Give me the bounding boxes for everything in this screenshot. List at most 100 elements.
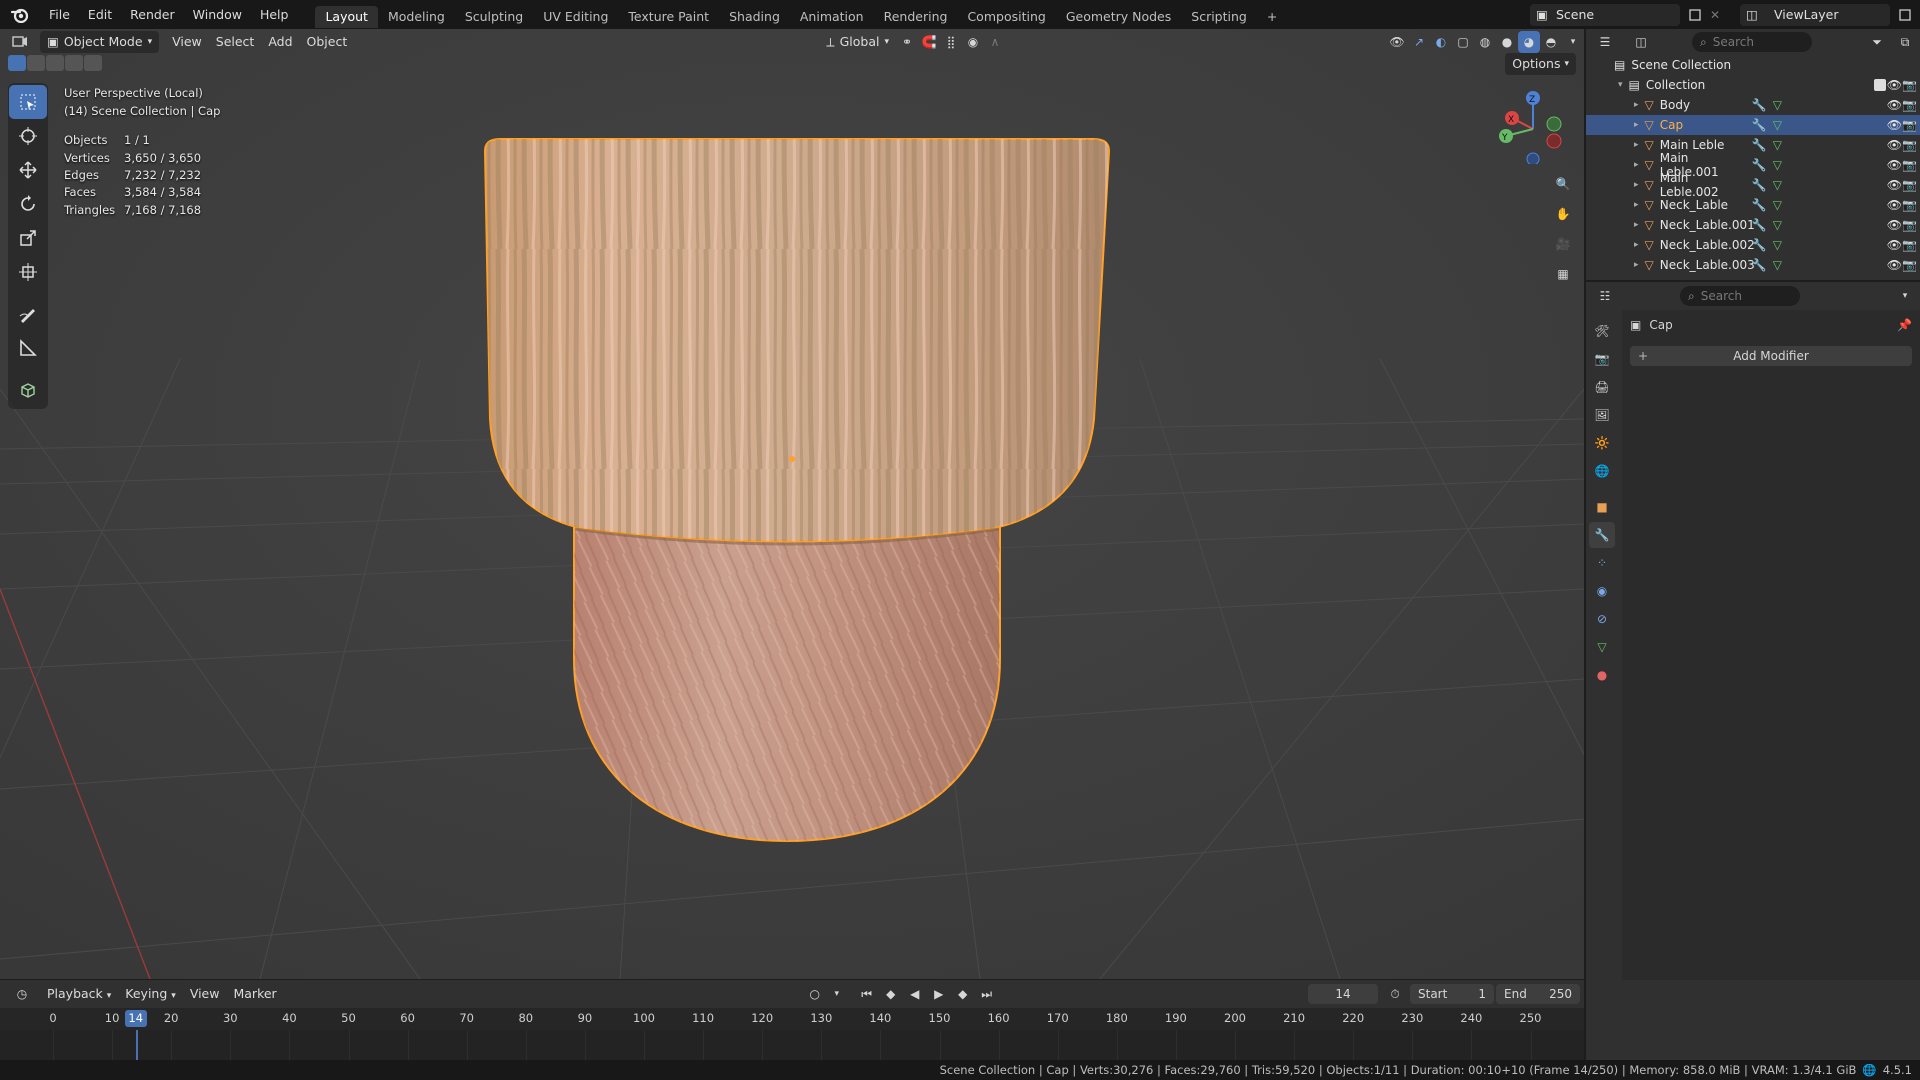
workspace-tab-animation[interactable]: Animation: [790, 6, 874, 28]
navigation-gizmo[interactable]: Z X Y: [1492, 84, 1572, 164]
view-layer-tab-icon[interactable]: 🖼: [1589, 402, 1615, 428]
workspace-tab-modeling[interactable]: Modeling: [378, 6, 455, 28]
rendered-shading-icon[interactable]: ◓: [1540, 31, 1562, 53]
snap-target-icon[interactable]: ⣿: [940, 31, 962, 53]
pan-hand-icon[interactable]: ✋: [1550, 201, 1576, 227]
viewport-menu-view[interactable]: View: [165, 31, 209, 53]
visibility-eye-icon[interactable]: 👁: [1887, 138, 1902, 152]
timeline-editor-icon[interactable]: ◷: [4, 983, 40, 1005]
menu-window[interactable]: Window: [184, 0, 251, 29]
modifier-icon[interactable]: 🔧: [1752, 258, 1767, 272]
pin-icon[interactable]: 📌: [1897, 318, 1912, 332]
expand-arrow-icon[interactable]: ▸: [1634, 140, 1639, 150]
select-box-tool-icon[interactable]: [9, 85, 47, 119]
render-camera-icon[interactable]: 📷: [1902, 158, 1917, 172]
outliner-row-body[interactable]: ▸ ▽ Body 🔧 ▽ 👁 📷: [1586, 95, 1920, 115]
expand-arrow-icon[interactable]: ▸: [1634, 220, 1639, 230]
render-camera-icon[interactable]: 📷: [1902, 118, 1917, 132]
view-layer-selector[interactable]: ◫ ViewLayer: [1740, 3, 1890, 26]
render-camera-icon[interactable]: 📷: [1902, 238, 1917, 252]
auto-keying-icon[interactable]: ○: [804, 983, 826, 1005]
workspace-tab-geometry-nodes[interactable]: Geometry Nodes: [1056, 6, 1181, 28]
visibility-eye-icon[interactable]: 👁: [1887, 118, 1902, 132]
viewport-canvas[interactable]: [0, 29, 1584, 979]
select-extend-icon[interactable]: [27, 55, 45, 71]
transform-tool-icon[interactable]: [9, 255, 47, 289]
data-tab-icon[interactable]: ▽: [1589, 634, 1615, 660]
particles-tab-icon[interactable]: ⁘: [1589, 550, 1615, 576]
outliner-search-input[interactable]: ⌕ Search: [1692, 32, 1812, 52]
render-camera-icon[interactable]: 📷: [1902, 258, 1917, 272]
use-preview-range-icon[interactable]: ⏱: [1384, 983, 1406, 1005]
zoom-icon[interactable]: 🔍: [1550, 171, 1576, 197]
visibility-eye-icon[interactable]: 👁: [1887, 78, 1902, 92]
outliner-row-scene-collection[interactable]: ▤ Scene Collection: [1586, 55, 1920, 75]
modifier-icon[interactable]: 🔧: [1752, 178, 1767, 192]
workspace-tab-rendering[interactable]: Rendering: [874, 6, 958, 28]
proportional-editing-icon[interactable]: ◉: [962, 31, 984, 53]
outliner-row-collection[interactable]: ▾ ▤ Collection 👁 📷: [1586, 75, 1920, 95]
output-tab-icon[interactable]: 🖨: [1589, 374, 1615, 400]
modifier-icon[interactable]: 🔧: [1752, 98, 1767, 112]
new-collection-icon[interactable]: ⧉: [1894, 31, 1916, 53]
expand-arrow-icon[interactable]: ▸: [1634, 180, 1639, 190]
constraints-tab-icon[interactable]: ⊘: [1589, 606, 1615, 632]
render-camera-icon[interactable]: 📷: [1902, 178, 1917, 192]
workspace-tab-scripting[interactable]: Scripting: [1181, 6, 1257, 28]
timeline-track-area[interactable]: [0, 1030, 1584, 1062]
render-camera-icon[interactable]: 📷: [1902, 218, 1917, 232]
solid-shading-icon[interactable]: ●: [1496, 31, 1518, 53]
add-workspace-button[interactable]: +: [1257, 6, 1287, 28]
scene-tab-icon[interactable]: 🔆: [1589, 430, 1615, 456]
mesh-data-icon[interactable]: ▽: [1773, 98, 1782, 112]
add-cube-tool-icon[interactable]: [9, 373, 47, 407]
mesh-data-icon[interactable]: ▽: [1773, 218, 1782, 232]
move-tool-icon[interactable]: [9, 153, 47, 187]
world-tab-icon[interactable]: 🌐: [1589, 458, 1615, 484]
expand-arrow-icon[interactable]: ▸: [1634, 160, 1639, 170]
timeline-menu-playback[interactable]: Playback ▾: [40, 983, 118, 1005]
select-intersect-icon[interactable]: [65, 55, 83, 71]
mesh-data-icon[interactable]: ▽: [1773, 258, 1782, 272]
visibility-eye-icon[interactable]: 👁: [1887, 178, 1902, 192]
workspace-tab-compositing[interactable]: Compositing: [957, 6, 1055, 28]
render-camera-icon[interactable]: 📷: [1902, 78, 1917, 92]
3d-viewport[interactable]: ▣ Object Mode ▾ View Select Add Object ⟂ Gl…: [0, 29, 1584, 979]
end-frame-field[interactable]: End 250: [1496, 984, 1580, 1004]
menu-edit[interactable]: Edit: [79, 0, 121, 29]
exclude-checkbox[interactable]: [1874, 79, 1886, 91]
start-frame-field[interactable]: Start 1: [1410, 984, 1494, 1004]
modifier-icon[interactable]: 🔧: [1752, 218, 1767, 232]
properties-search-input[interactable]: ⌕ Search: [1680, 286, 1800, 306]
previous-keyframe-icon[interactable]: ◆: [880, 983, 902, 1005]
overlays-toggle-icon[interactable]: ◐: [1430, 31, 1452, 53]
workspace-tab-layout[interactable]: Layout: [315, 5, 378, 28]
outliner-row-main-leble-002[interactable]: ▸ ▽ Main Leble.002 🔧 ▽ 👁 📷: [1586, 171, 1920, 199]
camera-view-icon[interactable]: 🎥: [1550, 231, 1576, 257]
material-tab-icon[interactable]: ●: [1589, 662, 1615, 688]
menu-render[interactable]: Render: [121, 0, 184, 29]
editor-type-icon[interactable]: [0, 31, 40, 53]
mode-selector[interactable]: ▣ Object Mode ▾: [40, 31, 160, 53]
select-subtract-icon[interactable]: [46, 55, 64, 71]
select-new-icon[interactable]: [8, 55, 26, 71]
outliner-row-neck-lable[interactable]: ▸ ▽ Neck_Lable 🔧 ▽ 👁 📷: [1586, 195, 1920, 215]
new-view-layer-icon[interactable]: [1890, 4, 1920, 26]
visibility-icon[interactable]: 👁: [1386, 31, 1408, 53]
falloff-icon[interactable]: ∧: [984, 31, 1006, 53]
rotate-tool-icon[interactable]: [9, 187, 47, 221]
next-keyframe-icon[interactable]: ◆: [952, 983, 974, 1005]
physics-tab-icon[interactable]: ◉: [1589, 578, 1615, 604]
outliner-row-main-leble[interactable]: ▸ ▽ Main Leble 🔧 ▽ 👁 📷: [1586, 135, 1920, 155]
modifier-icon[interactable]: 🔧: [1752, 158, 1767, 172]
mesh-data-icon[interactable]: ▽: [1773, 238, 1782, 252]
expand-arrow-icon[interactable]: ▸: [1634, 260, 1639, 270]
visibility-eye-icon[interactable]: 👁: [1887, 198, 1902, 212]
viewport-menu-object[interactable]: Object: [300, 31, 355, 53]
options-dropdown[interactable]: Options ▾: [1505, 53, 1576, 75]
jump-start-icon[interactable]: ⏮: [856, 983, 878, 1005]
shading-options-icon[interactable]: ▾: [1562, 31, 1584, 53]
outliner-row-neck-lable-001[interactable]: ▸ ▽ Neck_Lable.001 🔧 ▽ 👁 📷: [1586, 215, 1920, 235]
mesh-data-icon[interactable]: ▽: [1773, 198, 1782, 212]
delete-scene-icon[interactable]: ✕: [1710, 8, 1728, 22]
